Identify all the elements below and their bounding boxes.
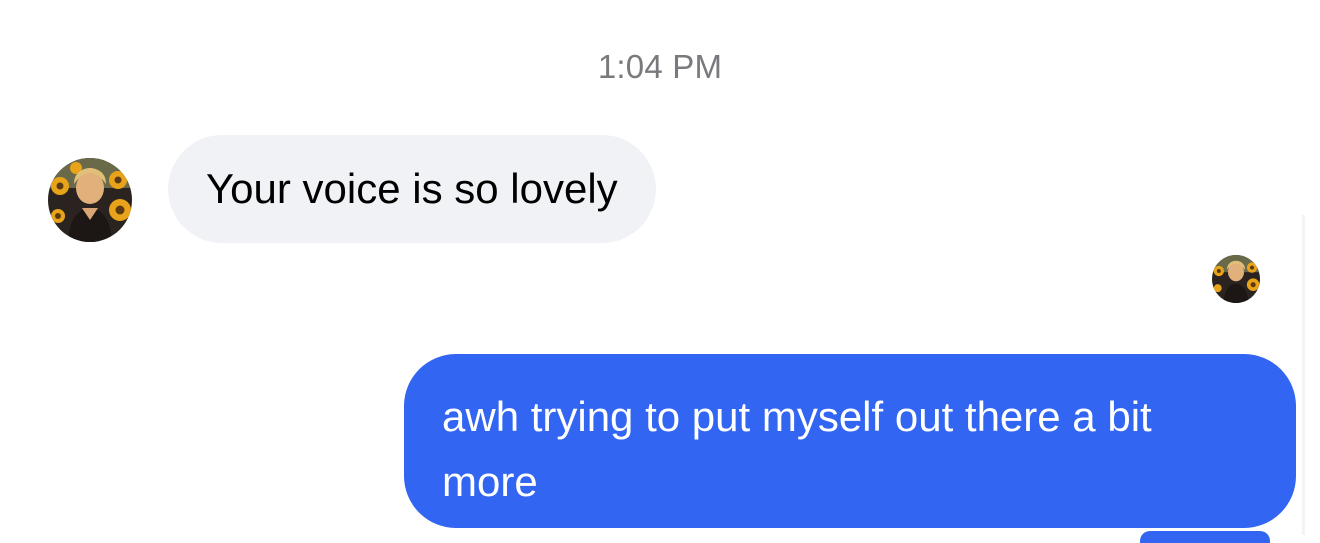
next-outgoing-bubble-edge — [1140, 531, 1270, 543]
contact-avatar[interactable] — [48, 158, 132, 242]
read-receipt-avatar-photo — [1212, 255, 1260, 303]
incoming-message-bubble[interactable]: Your voice is so lovely — [168, 135, 656, 243]
outgoing-message-bubble[interactable]: awh trying to put myself out there a bit… — [404, 354, 1296, 528]
message-timestamp: 1:04 PM — [597, 48, 723, 85]
read-receipt-avatar — [1212, 255, 1260, 303]
scroll-edge-divider — [1302, 215, 1305, 535]
contact-avatar-photo — [48, 158, 132, 242]
